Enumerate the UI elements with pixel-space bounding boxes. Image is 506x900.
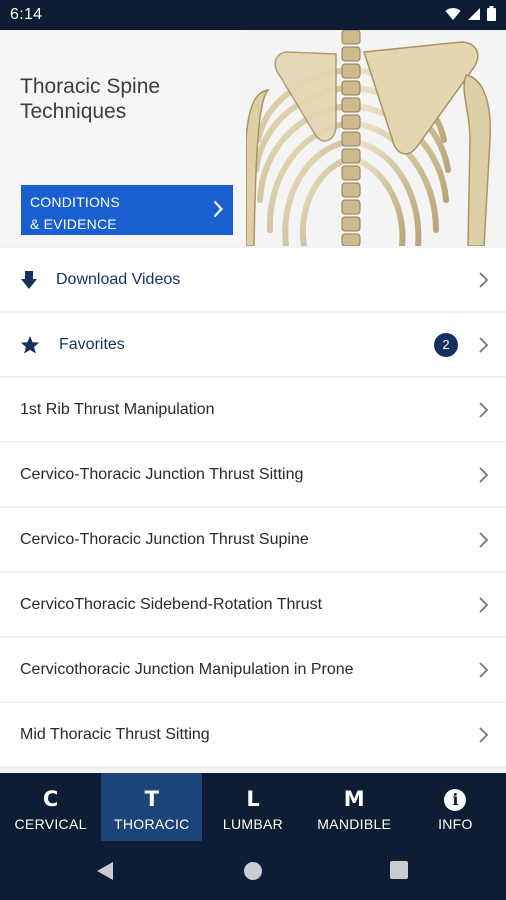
info-icon: i <box>444 789 467 811</box>
list-item-label: Cervicothoracic Junction Manipulation in… <box>20 661 354 678</box>
list-item-label: Mid Thoracic Thrust Sitting <box>20 726 210 743</box>
header-hero: Thoracic Spine Techniques CONDITIONS & E… <box>0 30 506 246</box>
conditions-evidence-button[interactable]: CONDITIONS & EVIDENCE <box>21 185 233 235</box>
list-item-label: 1st Rib Thrust Manipulation <box>20 401 215 418</box>
download-videos-row[interactable]: Download Videos <box>0 248 506 311</box>
signal-icon <box>468 7 480 20</box>
chevron-right-icon <box>213 200 223 218</box>
list-item[interactable]: Mid Thoracic Thrust Sitting <box>0 703 506 766</box>
list-item[interactable]: Cervico-Thoracic Junction Thrust Sitting <box>0 443 506 506</box>
home-circle-icon[interactable] <box>243 861 263 881</box>
favorites-count-badge: 2 <box>434 333 458 357</box>
lumbar-letter-icon: L <box>246 787 260 811</box>
bottom-nav: C CERVICAL T THORACIC L LUMBAR M MANDIBL… <box>0 773 506 841</box>
list-item-label: CervicoThoracic Sidebend-Rotation Thrust <box>20 596 323 613</box>
list-item[interactable]: Cervico-Thoracic Junction Thrust Supine <box>0 508 506 571</box>
tab-mandible-label: MANDIBLE <box>317 816 392 832</box>
cervical-letter-icon: C <box>42 787 59 811</box>
favorites-row[interactable]: Favorites 2 <box>0 313 506 376</box>
tab-lumbar[interactable]: L LUMBAR <box>202 773 303 841</box>
tab-info-label: INFO <box>438 816 473 832</box>
download-videos-label: Download Videos <box>56 271 181 288</box>
recents-square-icon[interactable] <box>390 861 408 879</box>
wifi-icon <box>445 7 461 20</box>
back-triangle-icon[interactable] <box>96 861 114 881</box>
system-nav-bar <box>0 841 506 900</box>
status-time: 6:14 <box>10 6 43 23</box>
tab-cervical-label: CERVICAL <box>14 816 87 832</box>
technique-list: Download Videos Favorites 2 1st Rib Thru… <box>0 248 506 768</box>
status-bar: 6:14 <box>0 0 506 30</box>
tab-thoracic[interactable]: T THORACIC <box>101 773 203 841</box>
mandible-letter-icon: M <box>343 787 365 811</box>
tab-info[interactable]: i INFO <box>405 773 506 841</box>
star-icon <box>20 336 40 354</box>
favorites-label: Favorites <box>59 336 125 353</box>
tab-thoracic-label: THORACIC <box>114 816 190 832</box>
chevron-right-icon <box>479 662 488 678</box>
chevron-right-icon <box>479 727 488 743</box>
list-item[interactable]: 1st Rib Thrust Manipulation <box>0 378 506 441</box>
chevron-right-icon <box>479 337 488 353</box>
list-item-label: Cervico-Thoracic Junction Thrust Sitting <box>20 466 304 483</box>
thoracic-letter-icon: T <box>144 787 159 811</box>
tab-cervical[interactable]: C CERVICAL <box>0 773 101 841</box>
battery-icon <box>487 6 496 21</box>
chevron-right-icon <box>479 272 488 288</box>
tab-mandible[interactable]: M MANDIBLE <box>304 773 405 841</box>
tab-lumbar-label: LUMBAR <box>222 816 284 832</box>
chevron-right-icon <box>479 597 488 613</box>
chevron-right-icon <box>479 467 488 483</box>
chevron-right-icon <box>479 532 488 548</box>
list-item[interactable]: Cervicothoracic Junction Manipulation in… <box>0 638 506 701</box>
page-title: Thoracic Spine Techniques <box>20 75 161 123</box>
list-item[interactable]: CervicoThoracic Sidebend-Rotation Thrust <box>0 573 506 636</box>
thoracic-skeleton-image <box>246 30 506 246</box>
chevron-right-icon <box>479 402 488 418</box>
download-arrow-icon <box>21 271 37 289</box>
status-icons <box>445 6 496 21</box>
conditions-evidence-label: CONDITIONS & EVIDENCE <box>30 194 120 232</box>
list-item-label: Cervico-Thoracic Junction Thrust Supine <box>20 531 309 548</box>
